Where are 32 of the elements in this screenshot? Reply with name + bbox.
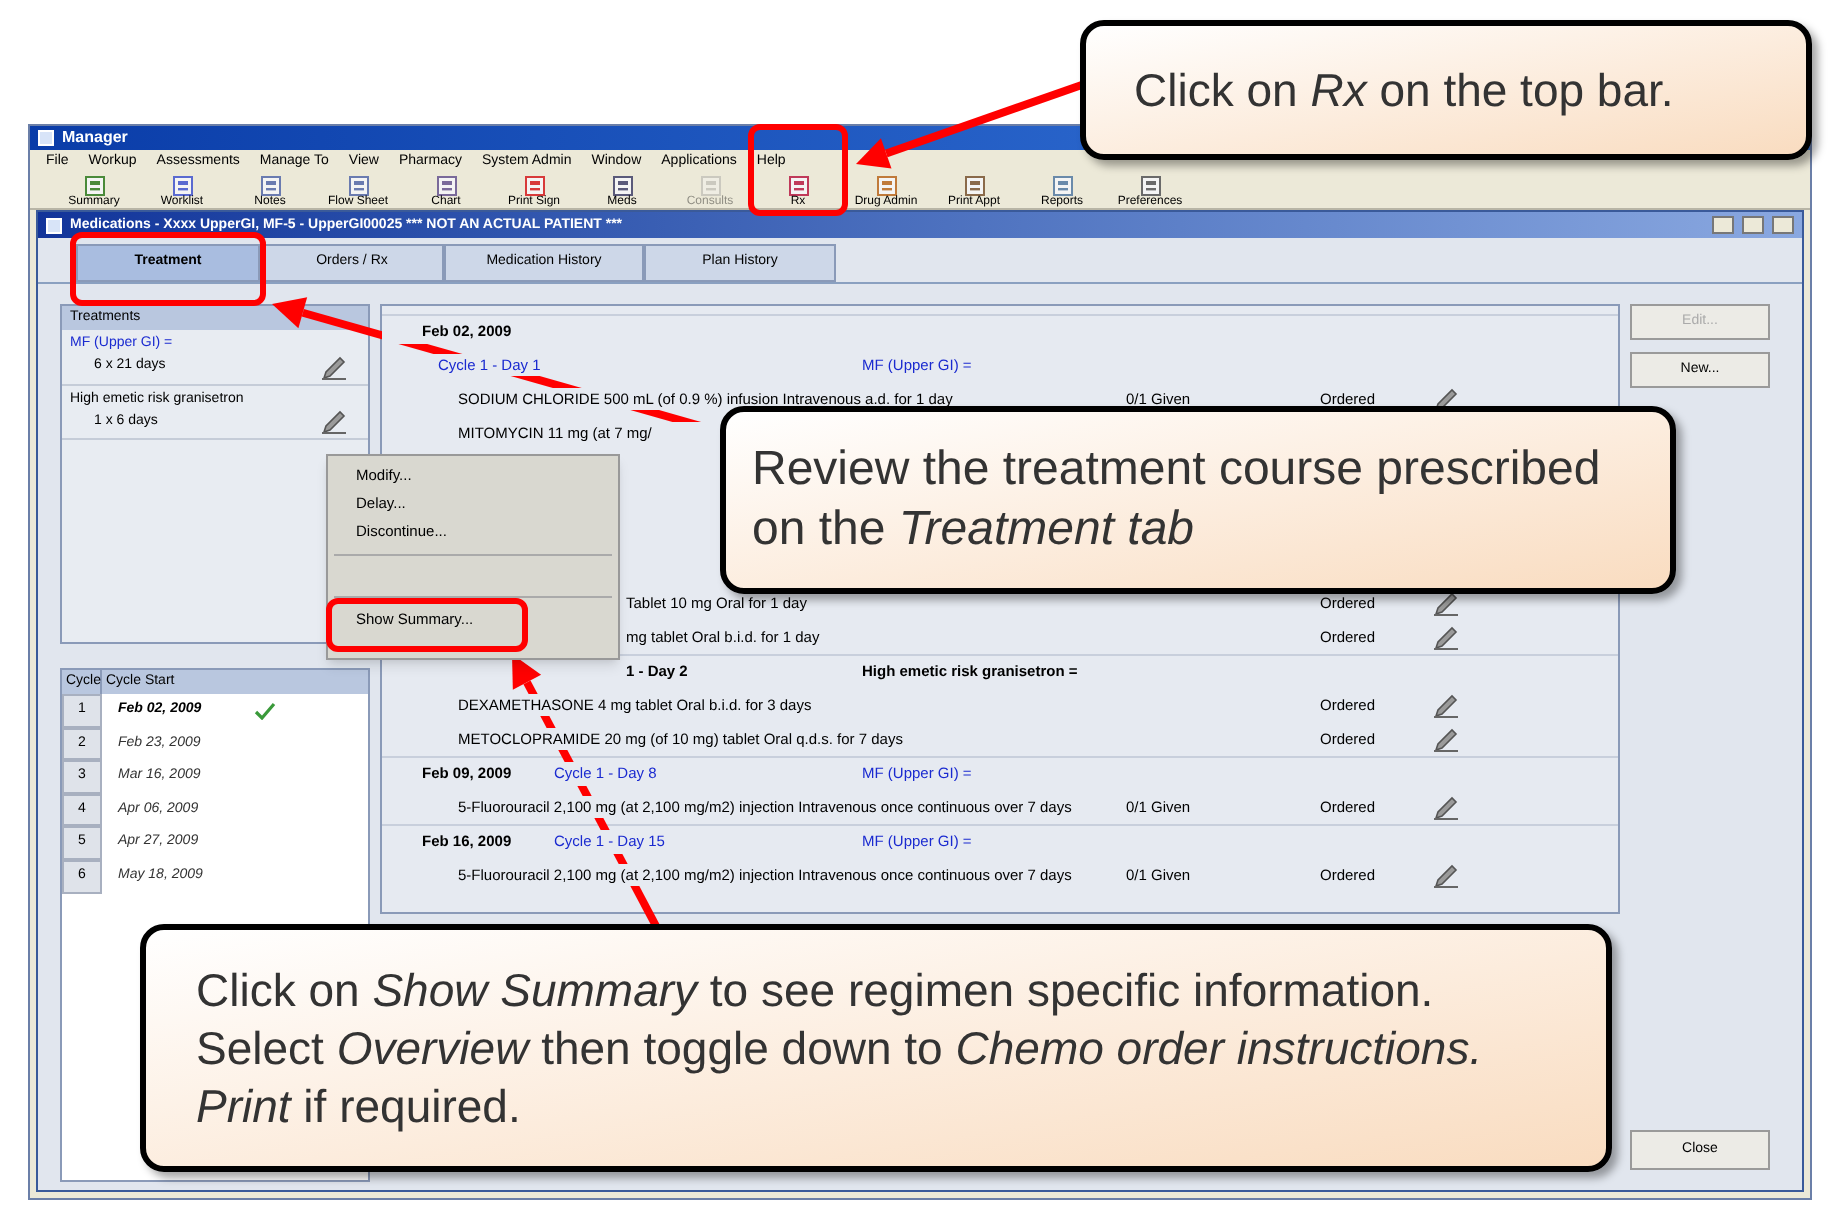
callout: Click on Show Summary to see regimen specific information. Select Overview then toggle down to Chemo order instructions. Print if required. [140, 924, 1612, 1172]
pencil-icon[interactable] [1432, 591, 1460, 615]
window-icon [46, 217, 62, 233]
document-icon [347, 176, 369, 196]
pencil-icon[interactable] [1432, 625, 1460, 649]
document-icon [523, 176, 545, 196]
document-icon [435, 176, 457, 196]
document-icon [787, 176, 809, 196]
callout: Review the treatment course prescribed on the Treatment tab [720, 406, 1676, 594]
document-icon [875, 176, 897, 196]
document-icon [611, 176, 633, 196]
document-icon [259, 176, 281, 196]
pencil-icon[interactable] [1432, 795, 1460, 819]
pencil-icon[interactable] [1432, 863, 1460, 887]
document-icon [171, 176, 193, 196]
document-icon [699, 176, 721, 196]
callout: Click on Rx on the top bar. [1080, 20, 1812, 160]
highlight-frame [748, 124, 848, 216]
document-icon [1051, 176, 1073, 196]
close-button[interactable] [1772, 216, 1794, 234]
pencil-icon[interactable] [320, 355, 348, 379]
document-icon [963, 176, 985, 196]
document-icon [1139, 176, 1161, 196]
window-title: Manager [62, 130, 128, 146]
pencil-icon[interactable] [1432, 693, 1460, 717]
app-icon [38, 130, 54, 146]
pencil-icon[interactable] [320, 410, 348, 434]
maximize-button[interactable] [1742, 216, 1764, 234]
document-icon [83, 176, 105, 196]
pencil-icon[interactable] [1432, 727, 1460, 751]
minimize-button[interactable] [1712, 216, 1734, 234]
check-icon [254, 701, 276, 720]
